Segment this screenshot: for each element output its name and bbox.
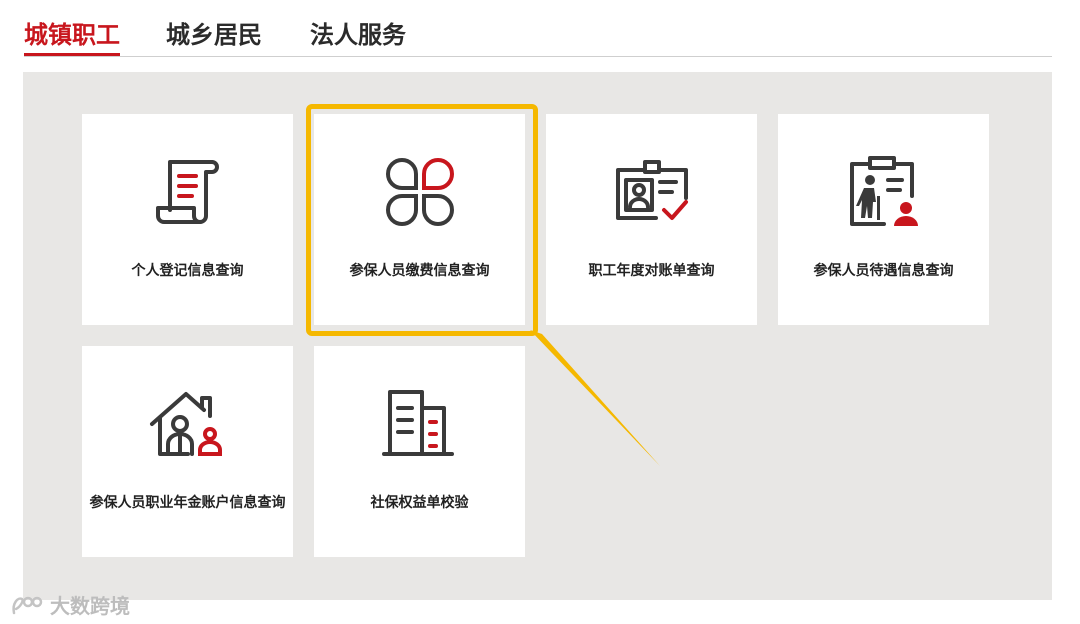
card-label: 社保权益单校验 <box>370 495 469 511</box>
tab-legal-entity-service[interactable]: 法人服务 <box>310 18 406 52</box>
four-petal-icon <box>385 158 454 227</box>
card-annual-statement-query[interactable]: 职工年度对账单查询 <box>546 114 757 325</box>
house-people-icon <box>149 392 222 456</box>
card-contribution-query[interactable]: 参保人员缴费信息查询 <box>314 114 525 325</box>
watermark: 大数跨境 <box>10 590 130 619</box>
card-occupational-annuity-query[interactable]: 参保人员职业年金账户信息查询 <box>82 346 293 557</box>
watermark-logo-icon <box>12 596 43 614</box>
scroll-document-icon <box>155 160 219 224</box>
tab-urban-employee[interactable]: 城镇职工 <box>24 18 120 56</box>
service-panel: 个人登记信息查询 参保人员缴费信息查询 职工年度对账单查询 参保人员待遇信息查询… <box>23 72 1052 600</box>
card-social-insurance-verification[interactable]: 社保权益单校验 <box>314 346 525 557</box>
id-card-check-icon <box>615 160 688 220</box>
card-label: 参保人员职业年金账户信息查询 <box>89 495 286 511</box>
card-label: 参保人员缴费信息查询 <box>349 263 490 279</box>
tab-urban-rural-resident[interactable]: 城乡居民 <box>166 18 262 52</box>
card-benefit-query[interactable]: 参保人员待遇信息查询 <box>778 114 989 325</box>
card-label: 职工年度对账单查询 <box>588 263 715 279</box>
card-label: 个人登记信息查询 <box>131 263 244 279</box>
card-personal-registration-query[interactable]: 个人登记信息查询 <box>82 114 293 325</box>
watermark-text: 大数跨境 <box>50 594 130 618</box>
card-label: 参保人员待遇信息查询 <box>813 263 954 279</box>
clipboard-elder-icon <box>849 156 918 226</box>
buildings-icon <box>381 390 454 456</box>
service-tabs: 城镇职工 城乡居民 法人服务 <box>24 18 1052 57</box>
